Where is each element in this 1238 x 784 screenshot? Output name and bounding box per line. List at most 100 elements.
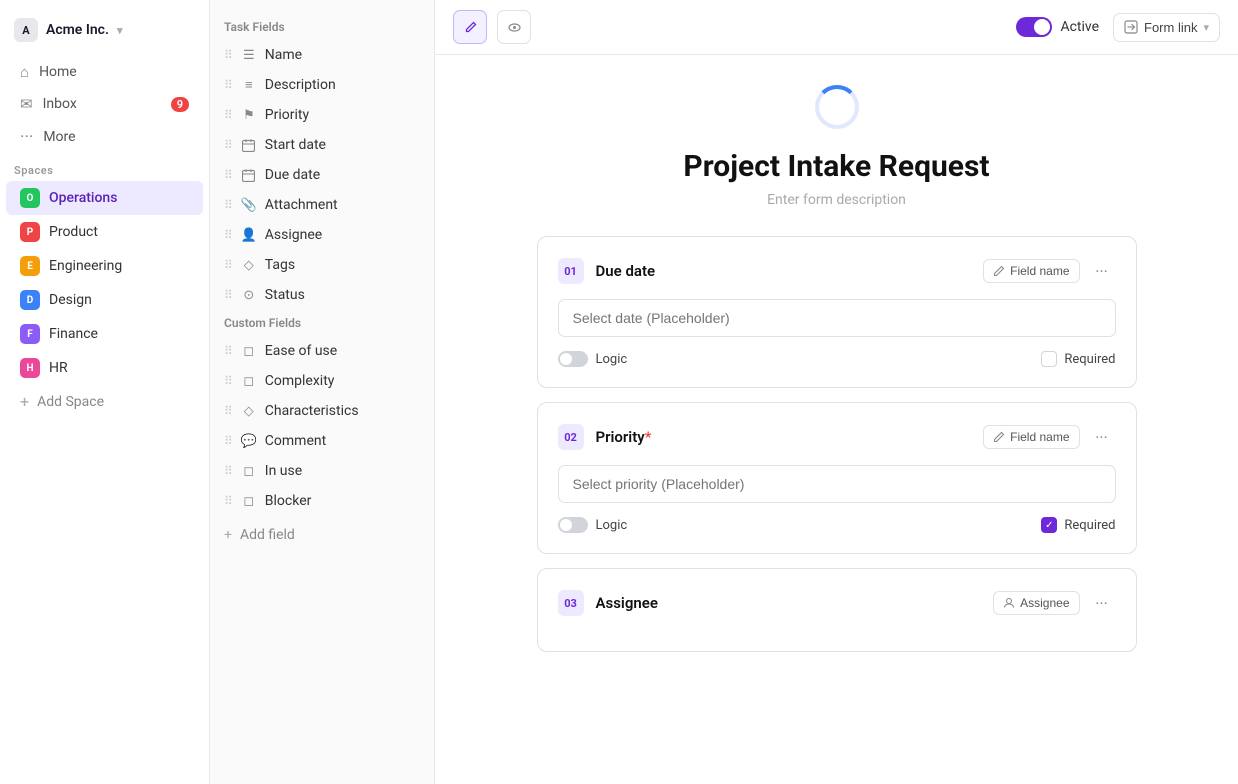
add-space-button[interactable]: + Add Space: [6, 385, 203, 418]
blocker-icon: ◻: [241, 493, 257, 509]
app-logo[interactable]: A Acme Inc. ▾: [0, 12, 209, 56]
in-use-icon: ◻: [241, 463, 257, 479]
active-label: Active: [1060, 19, 1099, 35]
field-status[interactable]: ⠿ ⊙ Status: [214, 280, 430, 310]
drag-handle-icon[interactable]: ⠿: [224, 78, 233, 92]
priority-placeholder-input[interactable]: [558, 465, 1116, 503]
required-check-02: ✓ Required: [1041, 517, 1115, 533]
field-start-date-label: Start date: [265, 137, 326, 153]
logic-mini-toggle-01[interactable]: [558, 351, 588, 367]
field-in-use[interactable]: ⠿ ◻ In use: [214, 456, 430, 486]
space-item-engineering[interactable]: E Engineering: [6, 249, 203, 283]
due-date-placeholder-input[interactable]: [558, 299, 1116, 337]
card-header-assignee: 03 Assignee Assignee ···: [558, 589, 1116, 617]
card-field-priority: Priority*: [596, 428, 984, 446]
field-priority[interactable]: ⠿ ⚑ Priority: [214, 100, 430, 130]
space-item-product[interactable]: P Product: [6, 215, 203, 249]
field-name-button-01[interactable]: Field name: [983, 259, 1079, 283]
drag-handle-icon[interactable]: ⠿: [224, 108, 233, 122]
drag-handle-icon[interactable]: ⠿: [224, 198, 233, 212]
drag-handle-icon[interactable]: ⠿: [224, 464, 233, 478]
nav-more-label: More: [43, 129, 75, 145]
field-due-date[interactable]: ⠿ Due date: [214, 160, 430, 190]
spaces-label: Spaces: [0, 154, 209, 181]
fields-panel: Task Fields ⠿ ☰ Name ⠿ ≡ Description ⠿ ⚑…: [210, 0, 435, 784]
field-complexity[interactable]: ⠿ ◻ Complexity: [214, 366, 430, 396]
field-start-date[interactable]: ⠿ Start date: [214, 130, 430, 160]
form-card-priority: 02 Priority* Field name ··· Logic ✓: [537, 402, 1137, 554]
more-button-01[interactable]: ···: [1088, 257, 1116, 285]
field-name-icon-02: [993, 431, 1005, 443]
field-characteristics[interactable]: ⠿ ◇ Characteristics: [214, 396, 430, 426]
space-item-hr[interactable]: H HR: [6, 351, 203, 385]
description-field-icon: ≡: [241, 77, 257, 93]
drag-handle-icon[interactable]: ⠿: [224, 168, 233, 182]
link-icon: [1124, 20, 1138, 34]
card-header-priority: 02 Priority* Field name ···: [558, 423, 1116, 451]
field-tags-label: Tags: [265, 257, 295, 273]
drag-handle-icon[interactable]: ⠿: [224, 344, 233, 358]
field-characteristics-label: Characteristics: [265, 403, 359, 419]
logic-label-02: Logic: [596, 518, 628, 533]
field-description[interactable]: ⠿ ≡ Description: [214, 70, 430, 100]
form-link-button[interactable]: Form link ▾: [1113, 13, 1220, 42]
logic-toggle-01: Logic: [558, 351, 628, 367]
drag-handle-icon[interactable]: ⠿: [224, 258, 233, 272]
preview-mode-button[interactable]: [497, 10, 531, 44]
nav-inbox-label: Inbox: [43, 96, 77, 112]
space-avatar-engineering: E: [20, 256, 40, 276]
field-name[interactable]: ⠿ ☰ Name: [214, 40, 430, 70]
form-link-chevron-icon: ▾: [1203, 21, 1209, 34]
logic-mini-toggle-02[interactable]: [558, 517, 588, 533]
drag-handle-icon[interactable]: ⠿: [224, 288, 233, 302]
card-footer-02: Logic ✓ Required: [558, 517, 1116, 533]
field-name-button-03[interactable]: Assignee: [993, 591, 1079, 615]
more-button-03[interactable]: ···: [1088, 589, 1116, 617]
field-complexity-label: Complexity: [265, 373, 335, 389]
required-checkbox-02[interactable]: ✓: [1041, 517, 1057, 533]
field-due-date-label: Due date: [265, 167, 320, 183]
nav-home-label: Home: [39, 64, 77, 80]
field-assignee-label: Assignee: [265, 227, 322, 243]
drag-handle-icon[interactable]: ⠿: [224, 404, 233, 418]
drag-handle-icon[interactable]: ⠿: [224, 138, 233, 152]
nav-more[interactable]: ··· More: [6, 120, 203, 154]
field-attachment[interactable]: ⠿ 📎 Attachment: [214, 190, 430, 220]
required-check-01: Required: [1041, 351, 1115, 367]
drag-handle-icon[interactable]: ⠿: [224, 228, 233, 242]
form-description: Enter form description: [767, 192, 906, 208]
logic-label-01: Logic: [596, 352, 628, 367]
active-toggle[interactable]: [1016, 17, 1052, 37]
field-ease-of-use[interactable]: ⠿ ◻ Ease of use: [214, 336, 430, 366]
field-description-label: Description: [265, 77, 336, 93]
more-button-02[interactable]: ···: [1088, 423, 1116, 451]
assignee-icon-btn: [1003, 597, 1015, 609]
field-name-icon: [993, 265, 1005, 277]
drag-handle-icon[interactable]: ⠿: [224, 48, 233, 62]
add-field-button[interactable]: + Add field: [214, 520, 430, 550]
required-checkbox-01[interactable]: [1041, 351, 1057, 367]
space-item-design[interactable]: D Design: [6, 283, 203, 317]
drag-handle-icon[interactable]: ⠿: [224, 374, 233, 388]
field-assignee[interactable]: ⠿ 👤 Assignee: [214, 220, 430, 250]
logo-icon: A: [14, 18, 38, 42]
field-tags[interactable]: ⠿ ◇ Tags: [214, 250, 430, 280]
edit-mode-button[interactable]: [453, 10, 487, 44]
field-name-button-02[interactable]: Field name: [983, 425, 1079, 449]
space-item-operations[interactable]: O Operations: [6, 181, 203, 215]
nav-inbox[interactable]: ✉ Inbox 9: [6, 88, 203, 120]
space-avatar-operations: O: [20, 188, 40, 208]
space-item-finance[interactable]: F Finance: [6, 317, 203, 351]
drag-handle-icon[interactable]: ⠿: [224, 434, 233, 448]
space-label-hr: HR: [49, 360, 68, 376]
field-name-label-02: Field name: [1010, 430, 1069, 444]
nav-home[interactable]: ⌂ Home: [6, 56, 203, 88]
drag-handle-icon[interactable]: ⠿: [224, 494, 233, 508]
edit-icon: [463, 20, 478, 35]
field-priority-label: Priority: [265, 107, 309, 123]
field-comment[interactable]: ⠿ 💬 Comment: [214, 426, 430, 456]
start-date-field-icon: [241, 137, 257, 153]
field-blocker[interactable]: ⠿ ◻ Blocker: [214, 486, 430, 516]
form-link-label: Form link: [1144, 20, 1197, 35]
space-avatar-product: P: [20, 222, 40, 242]
